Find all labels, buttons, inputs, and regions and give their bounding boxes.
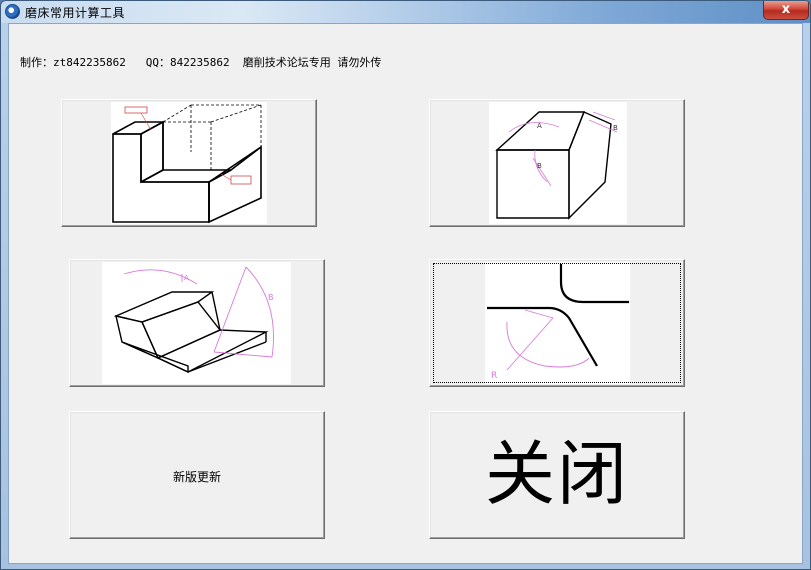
inclined-step-diagram-icon: A B (102, 262, 291, 384)
app-icon (5, 4, 20, 19)
close-app-button[interactable]: 关闭 (429, 411, 685, 539)
svg-text:R: R (491, 371, 497, 381)
new-version-update-button[interactable]: 新版更新 (69, 411, 325, 539)
main-panel: 制作：zt842235862 QQ：842235862 磨削技术论坛专用 请勿外… (8, 23, 803, 564)
step-block-diagram-icon (111, 102, 267, 224)
inclined-step-calc-button[interactable]: A B (69, 259, 325, 387)
radius-profile-calc-button[interactable]: R (429, 259, 685, 387)
chamfer-angle-diagram-icon: A B B (489, 102, 627, 224)
window-title: 磨床常用计算工具 (25, 6, 126, 20)
chamfer-calc-button[interactable]: A B B (429, 99, 685, 227)
close-button-label: 关闭 (485, 433, 629, 515)
window-close-button[interactable]: x (763, 1, 809, 20)
svg-text:B: B (268, 293, 274, 302)
update-button-label: 新版更新 (172, 470, 221, 484)
svg-text:A: A (537, 122, 542, 130)
svg-text:B: B (537, 162, 542, 170)
radius-profile-diagram-icon: R (485, 262, 630, 384)
author-info: 制作：zt842235862 QQ：842235862 磨削技术论坛专用 请勿外… (20, 56, 382, 69)
app-window: 磨床常用计算工具 x 制作：zt842235862 QQ：842235862 磨… (0, 0, 811, 570)
svg-text:B: B (613, 124, 618, 132)
step-block-calc-button[interactable] (61, 99, 317, 227)
svg-text:A: A (184, 274, 189, 282)
title-bar[interactable]: 磨床常用计算工具 x (1, 1, 810, 23)
